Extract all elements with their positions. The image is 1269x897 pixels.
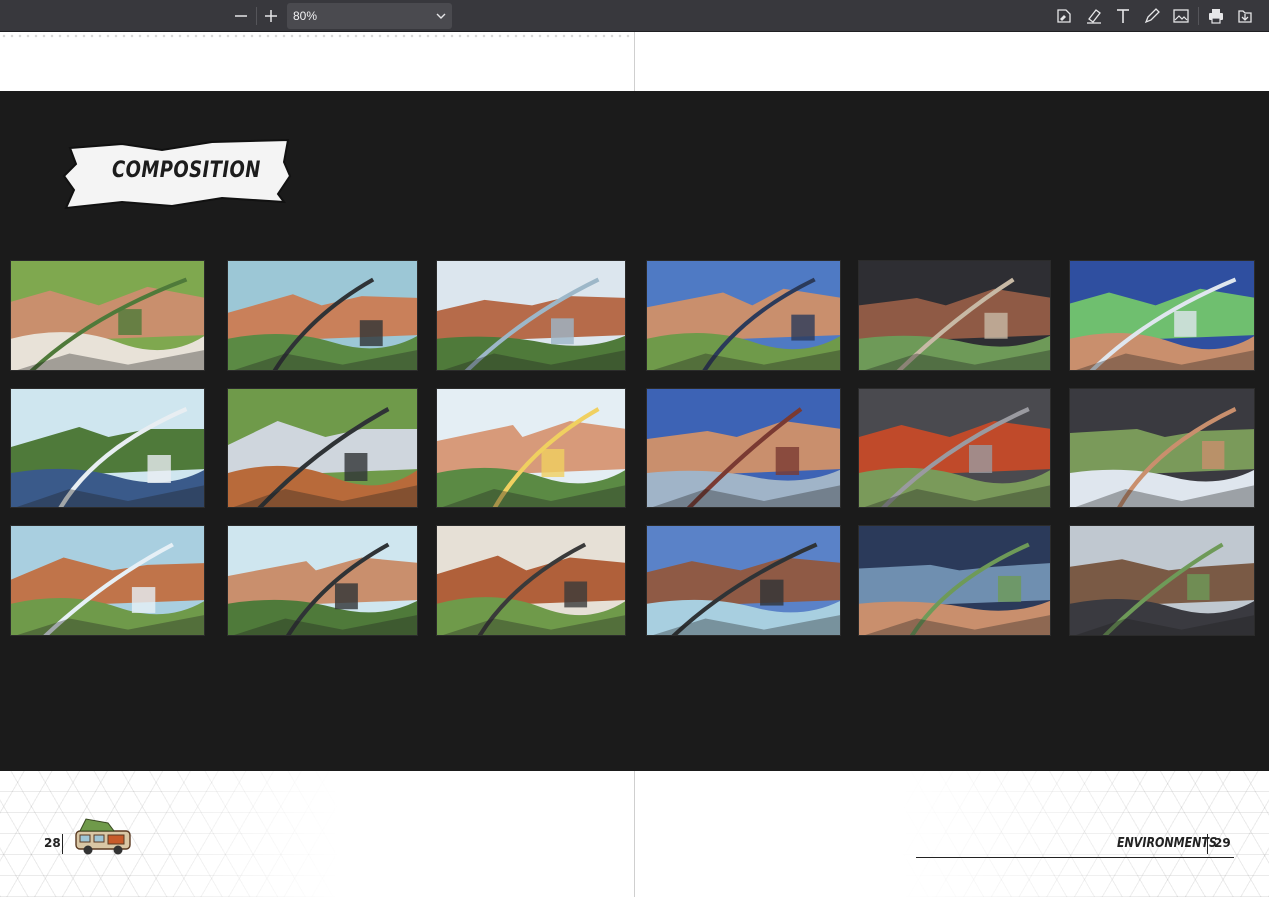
zoom-select[interactable]: 80% [287, 3, 452, 29]
footer-rule [916, 857, 1234, 858]
toolbar-separator [256, 7, 257, 25]
text-icon [1117, 9, 1129, 23]
concept-thumbnail[interactable] [858, 260, 1051, 371]
banner-title: COMPOSITION [112, 158, 261, 183]
footer-divider-left [62, 834, 63, 854]
page-spine [634, 32, 635, 91]
composition-banner: COMPOSITION [62, 136, 292, 212]
page-edge-pattern [0, 32, 634, 40]
concept-thumbnail[interactable] [436, 260, 626, 371]
right-page-number: 29 [1214, 836, 1231, 850]
plus-icon [265, 10, 277, 22]
concept-thumbnail[interactable] [227, 388, 418, 508]
print-button[interactable] [1204, 4, 1228, 28]
save-icon [1238, 10, 1252, 23]
concept-thumbnail[interactable] [646, 388, 841, 508]
draw-icon [1144, 8, 1160, 24]
section-title: ENVIRONMENTS [1117, 836, 1217, 851]
page-footer: 28 ENVIRONMENTS 29 [0, 771, 1269, 897]
concept-thumbnail[interactable] [858, 525, 1051, 636]
concept-thumbnail[interactable] [1069, 525, 1255, 636]
highlight-button[interactable] [1082, 4, 1106, 28]
save-button[interactable] [1233, 4, 1257, 28]
concept-thumbnail[interactable] [10, 388, 205, 508]
image-icon [1173, 9, 1189, 23]
concept-thumbnail[interactable] [10, 260, 205, 371]
draw-button[interactable] [1140, 4, 1164, 28]
concept-thumbnail[interactable] [646, 260, 841, 371]
concept-thumbnail[interactable] [436, 388, 626, 508]
van-logo [70, 815, 134, 862]
concept-thumbnail[interactable] [227, 260, 418, 371]
zoom-in-button[interactable] [259, 4, 283, 28]
zoom-value: 80% [293, 9, 318, 23]
minus-icon [235, 15, 247, 17]
toolbar-separator [1198, 7, 1199, 25]
image-button[interactable] [1169, 4, 1193, 28]
triangle-pattern-right [900, 771, 1269, 897]
left-page-number: 28 [44, 836, 61, 850]
concept-thumbnail[interactable] [10, 525, 205, 636]
footer-divider-right [1207, 834, 1208, 854]
concept-thumbnail[interactable] [646, 525, 841, 636]
highlight-icon [1087, 9, 1101, 24]
zoom-out-button[interactable] [229, 4, 253, 28]
triangle-pattern-left [0, 771, 340, 897]
text-button[interactable] [1111, 4, 1135, 28]
concept-thumbnail[interactable] [227, 525, 418, 636]
concept-thumbnail[interactable] [1069, 260, 1255, 371]
concept-thumbnail[interactable] [436, 525, 626, 636]
page-spine-lower [634, 771, 635, 897]
pdf-toolbar: 80% [0, 0, 1269, 32]
print-icon [1209, 9, 1223, 24]
concept-thumbnail[interactable] [1069, 388, 1255, 508]
concept-thumbnail[interactable] [858, 388, 1051, 508]
sign-button[interactable] [1052, 4, 1076, 28]
sign-icon [1057, 9, 1071, 23]
